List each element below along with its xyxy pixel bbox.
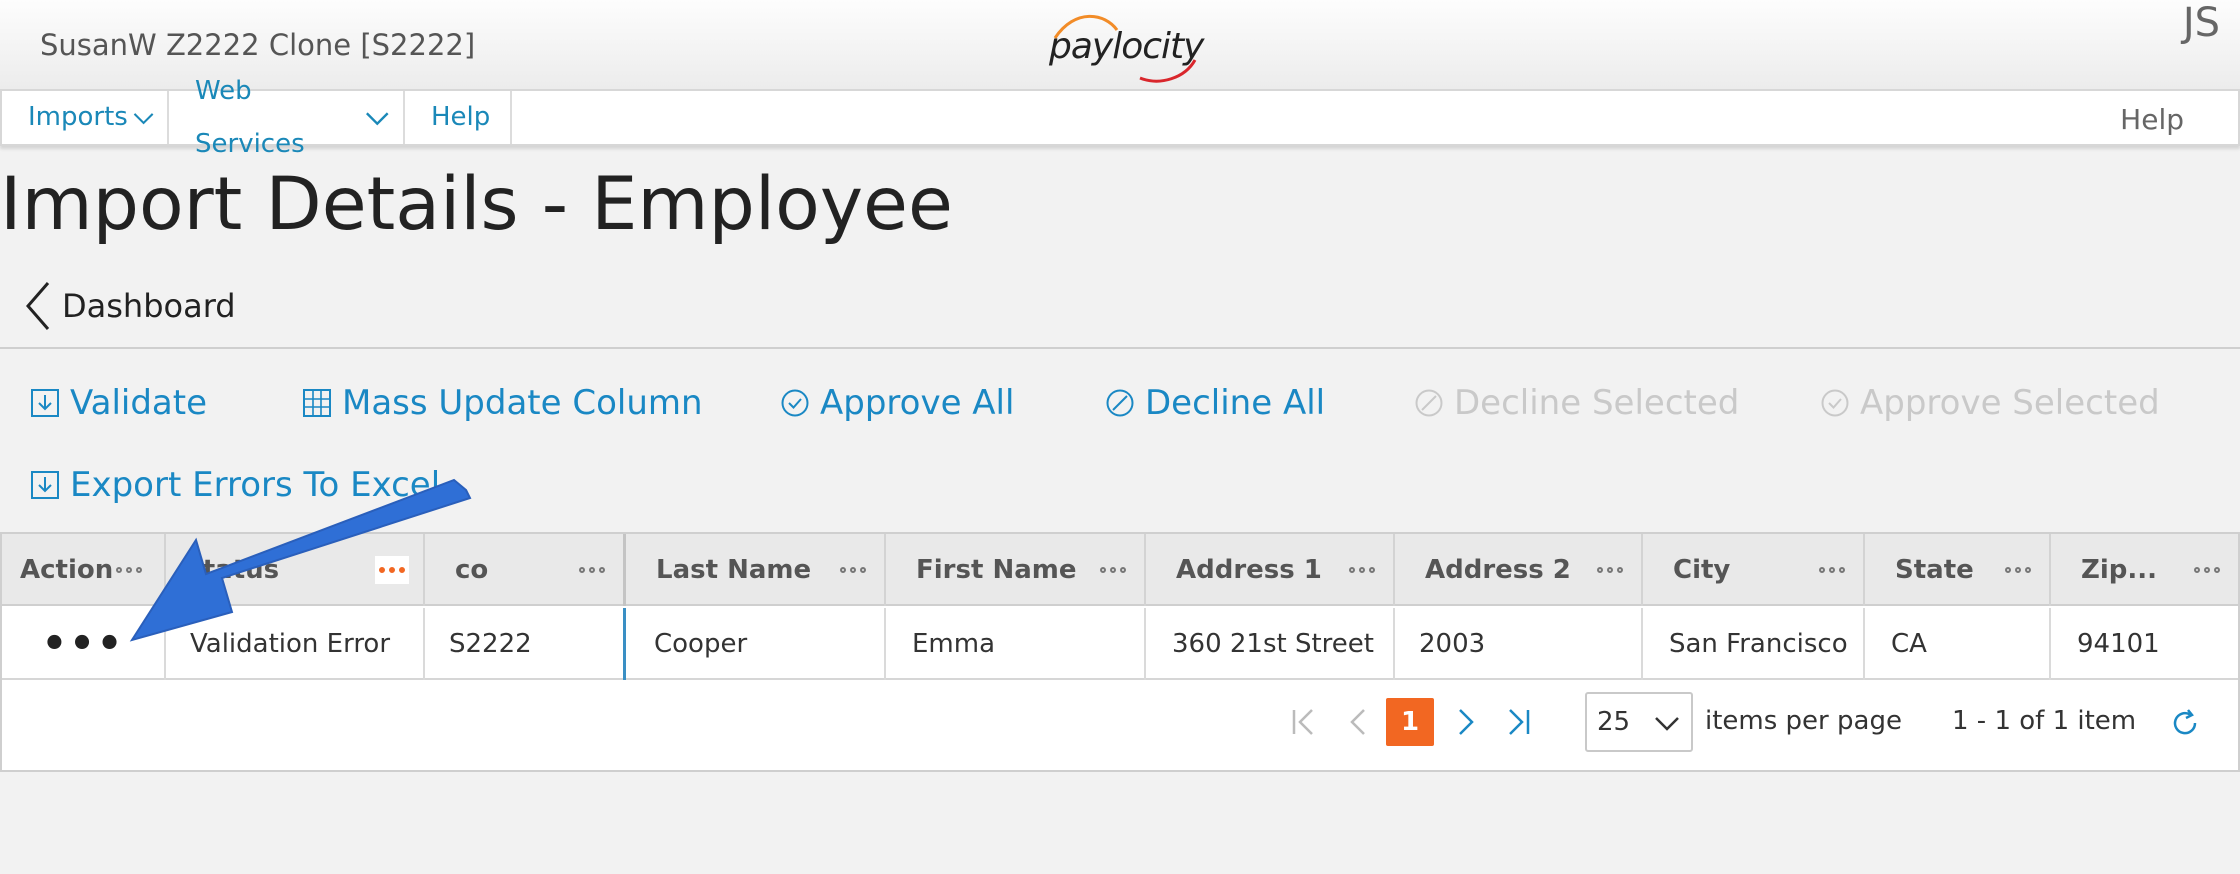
decline-all-label: Decline All [1145,383,1326,423]
column-menu-icon[interactable] [112,556,146,584]
page-title: Import Details - Employee [0,162,953,247]
col-header-label: co [455,555,489,585]
validate-button[interactable]: Validate [30,383,207,423]
approve-selected-button[interactable]: Approve Selected [1820,383,2160,423]
current-page-button[interactable]: 1 [1386,698,1434,746]
cell-state: CA [1865,608,2051,680]
more-options-icon[interactable]: ••• [42,621,125,667]
page-size-select[interactable]: 25 [1585,692,1693,752]
nav-help-label: Help [431,102,491,132]
back-to-dashboard-link[interactable]: Dashboard [22,280,236,332]
divider [0,347,2240,349]
items-per-page-label: items per page [1705,706,1902,736]
logo-text: paylocity [1049,26,1204,67]
column-menu-icon[interactable] [2001,556,2035,584]
col-header-co[interactable]: co [425,534,626,606]
company-name: SusanW Z2222 Clone [S2222] [40,28,476,62]
help-link[interactable]: Help [2120,103,2184,136]
previous-page-icon[interactable] [1338,702,1378,742]
column-menu-icon[interactable] [836,556,870,584]
user-initials[interactable]: JS [2183,0,2220,46]
first-page-icon[interactable] [1284,702,1324,742]
col-header-zip[interactable]: Zip... [2051,534,2238,606]
check-circle-icon [1821,389,1849,417]
col-header-label: Action [20,555,114,585]
nav-web-services[interactable]: Web Services [169,76,405,159]
last-page-icon[interactable] [1498,702,1538,742]
column-menu-icon[interactable] [1815,556,1849,584]
nav-help[interactable]: Help [405,91,512,144]
cell-first-name: Emma [886,608,1146,680]
col-header-city[interactable]: City [1643,534,1865,606]
nav-imports-label: Imports [28,102,128,132]
column-menu-icon[interactable] [1096,556,1130,584]
col-header-label: Last Name [656,555,812,585]
column-menu-icon[interactable] [575,556,609,584]
next-page-icon[interactable] [1446,702,1486,742]
download-icon [31,471,59,499]
grid-header: Action Status co Last Name First Name Ad… [2,534,2238,606]
column-menu-icon[interactable] [2190,556,2224,584]
refresh-icon[interactable] [2168,706,2202,740]
col-header-address-2[interactable]: Address 2 [1395,534,1643,606]
approve-all-button[interactable]: Approve All [780,383,1014,423]
nav-web-services-label: Web Services [195,75,305,159]
pager-info: 1 - 1 of 1 item [1952,706,2137,736]
table-row[interactable]: ••• Validation Error S2222 Cooper Emma 3… [2,608,2238,680]
column-menu-icon[interactable] [1345,556,1379,584]
cell-address-1: 360 21st Street [1146,608,1395,680]
col-header-label: Zip... [2081,555,2158,585]
ban-circle-icon [1415,389,1443,417]
col-header-state[interactable]: State [1865,534,2051,606]
back-label: Dashboard [62,287,236,325]
ban-circle-icon [1106,389,1134,417]
mass-update-column-button[interactable]: Mass Update Column [302,383,703,423]
col-header-label: Address 2 [1425,555,1571,585]
main-nav: Imports Web Services Help Help [0,76,2240,159]
import-grid: Action Status co Last Name First Name Ad… [0,532,2240,772]
decline-selected-button[interactable]: Decline Selected [1414,383,1739,423]
cell-last-name: Cooper [626,608,886,680]
export-errors-label: Export Errors To Excel [70,465,441,505]
nav-imports[interactable]: Imports [2,91,169,144]
download-icon [31,389,59,417]
page-size-value: 25 [1597,707,1631,737]
column-menu-icon[interactable] [375,556,409,584]
row-action-menu[interactable]: ••• [2,608,166,680]
chevron-left-icon [26,282,50,330]
col-header-action[interactable]: Action [2,534,166,606]
export-errors-button[interactable]: Export Errors To Excel [30,465,440,505]
col-header-first-name[interactable]: First Name [886,534,1146,606]
approve-all-label: Approve All [820,383,1015,423]
column-menu-icon[interactable] [1593,556,1627,584]
cell-co: S2222 [425,608,626,680]
cell-address-2: 2003 [1395,608,1643,680]
col-header-label: City [1673,555,1731,585]
chevron-down-icon [366,111,389,125]
approve-selected-label: Approve Selected [1860,383,2160,423]
chevron-down-icon [133,112,154,124]
col-header-label: First Name [916,555,1077,585]
grid-icon [303,389,331,417]
check-circle-icon [781,389,809,417]
cell-status: Validation Error [166,608,425,680]
validate-label: Validate [70,383,208,423]
col-header-label: Status [184,555,280,585]
col-header-label: Address 1 [1176,555,1322,585]
col-header-address-1[interactable]: Address 1 [1146,534,1395,606]
col-header-last-name[interactable]: Last Name [626,534,886,606]
cell-city: San Francisco [1643,608,1865,680]
paylocity-logo[interactable]: paylocity [1045,8,1205,88]
decline-selected-label: Decline Selected [1454,383,1740,423]
col-header-status[interactable]: Status [166,534,425,606]
col-header-label: State [1895,555,1974,585]
cell-zip: 94101 [2077,629,2160,659]
mass-update-label: Mass Update Column [342,383,703,423]
chevron-down-icon [1655,717,1679,731]
decline-all-button[interactable]: Decline All [1105,383,1325,423]
